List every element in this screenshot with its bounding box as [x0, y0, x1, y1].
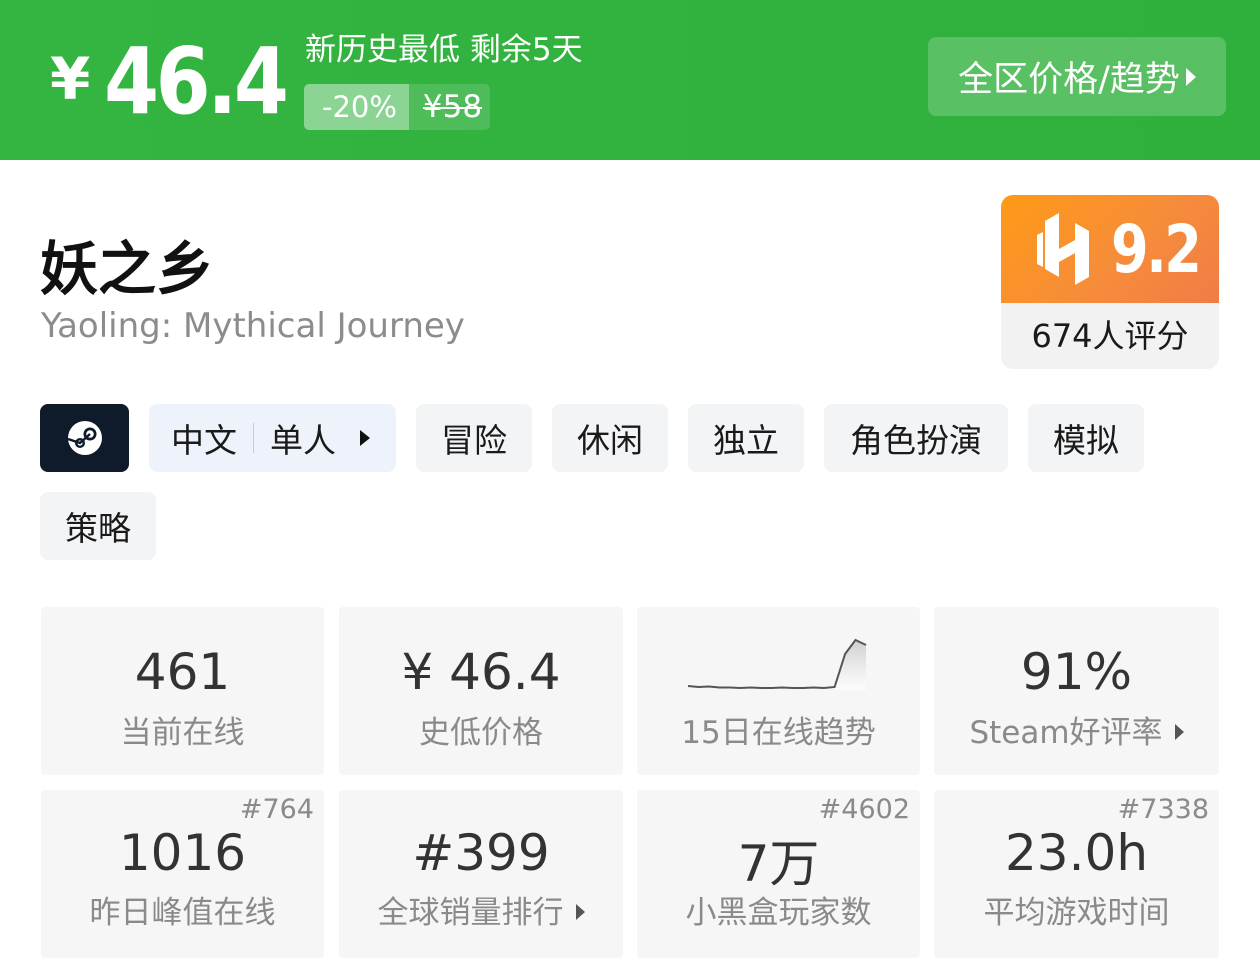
stat-label: Steam好评率 — [934, 707, 1219, 752]
stat-sales-rank[interactable]: #399 全球销量排行 — [339, 790, 623, 958]
stat-online-trend[interactable]: 15日在线趋势 — [637, 607, 920, 775]
score-card[interactable]: 9.2 674人评分 — [1001, 195, 1219, 369]
chevron-right-icon — [575, 904, 585, 920]
stat-steam-rating[interactable]: 91% Steam好评率 — [934, 607, 1219, 775]
platform-steam-tag[interactable] — [40, 404, 129, 472]
price-value: 46.4 — [104, 28, 289, 135]
genre-tag[interactable]: 模拟 — [1028, 404, 1144, 472]
genre-tag[interactable]: 休闲 — [552, 404, 668, 472]
stat-current-online: 461 当前在线 — [41, 607, 324, 775]
stat-label: 平均游戏时间 — [983, 895, 1170, 931]
chevron-right-icon — [1174, 724, 1184, 740]
currency-symbol: ¥ — [50, 45, 91, 113]
stat-peak-online: #764 1016 昨日峰值在线 — [41, 790, 324, 958]
stat-value: 91% — [1020, 643, 1133, 701]
chevron-right-icon — [360, 430, 370, 446]
heybox-logo-icon — [1037, 213, 1089, 285]
stat-value: 7万 — [737, 835, 820, 893]
current-price: ¥46.4 — [50, 28, 315, 135]
stat-label-text: 全球销量排行 — [377, 895, 564, 931]
price-banner: ¥46.4 新历史最低 剩余5天 -20% ¥58 全区价格/趋势 — [0, 0, 1260, 160]
stat-label: 全球销量排行 — [339, 887, 623, 932]
genre-tag[interactable]: 冒险 — [416, 404, 532, 472]
stat-label: 史低价格 — [419, 715, 543, 751]
genre-tag[interactable]: 角色扮演 — [824, 404, 1008, 472]
stat-rank: #764 — [239, 794, 314, 825]
genre-tag[interactable]: 独立 — [688, 404, 804, 472]
original-price: ¥58 — [422, 89, 483, 125]
stat-value: 1016 — [118, 824, 247, 882]
historical-low-note: 新历史最低 剩余5天 — [305, 32, 583, 68]
stat-label: 小黑盒玩家数 — [685, 895, 872, 931]
rating-count: 674人评分 — [1031, 317, 1189, 355]
score-value: 9.2 — [1111, 210, 1202, 288]
game-subtitle: Yaoling: Mythical Journey — [41, 306, 465, 346]
stat-label: 昨日峰值在线 — [89, 895, 276, 931]
discount-percent: -20% — [304, 84, 409, 130]
online-trend-sparkline — [687, 638, 867, 690]
stat-label: 15日在线趋势 — [681, 715, 876, 751]
stat-label-text: Steam好评率 — [969, 715, 1163, 751]
stat-value: #399 — [412, 824, 550, 882]
stat-lowest-price: ¥ 46.4 史低价格 — [339, 607, 623, 775]
game-title: 妖之乡 — [40, 235, 215, 303]
discount-badge: -20% ¥58 — [304, 84, 491, 130]
stat-value: ¥ 46.4 — [401, 643, 561, 701]
score-header: 9.2 — [1001, 195, 1219, 303]
stat-rank: #4602 — [818, 794, 910, 825]
language-mode-tag[interactable]: 中文 单人 — [149, 404, 396, 472]
stat-label: 当前在线 — [120, 715, 245, 751]
stat-avg-playtime: #7338 23.0h 平均游戏时间 — [934, 790, 1219, 958]
stat-value: 23.0h — [1004, 824, 1149, 882]
divider — [253, 423, 254, 453]
stat-value: 461 — [134, 643, 231, 701]
language-label: 中文 — [171, 421, 237, 460]
chevron-right-icon — [1185, 67, 1196, 86]
stat-rank: #7338 — [1117, 794, 1209, 825]
stat-heybox-players: #4602 7万 小黑盒玩家数 — [637, 790, 920, 958]
player-mode-label: 单人 — [270, 421, 336, 460]
steam-icon — [67, 421, 102, 455]
price-trend-button[interactable]: 全区价格/趋势 — [928, 37, 1226, 116]
price-trend-label: 全区价格/趋势 — [958, 60, 1180, 100]
genre-tag[interactable]: 策略 — [40, 492, 156, 560]
